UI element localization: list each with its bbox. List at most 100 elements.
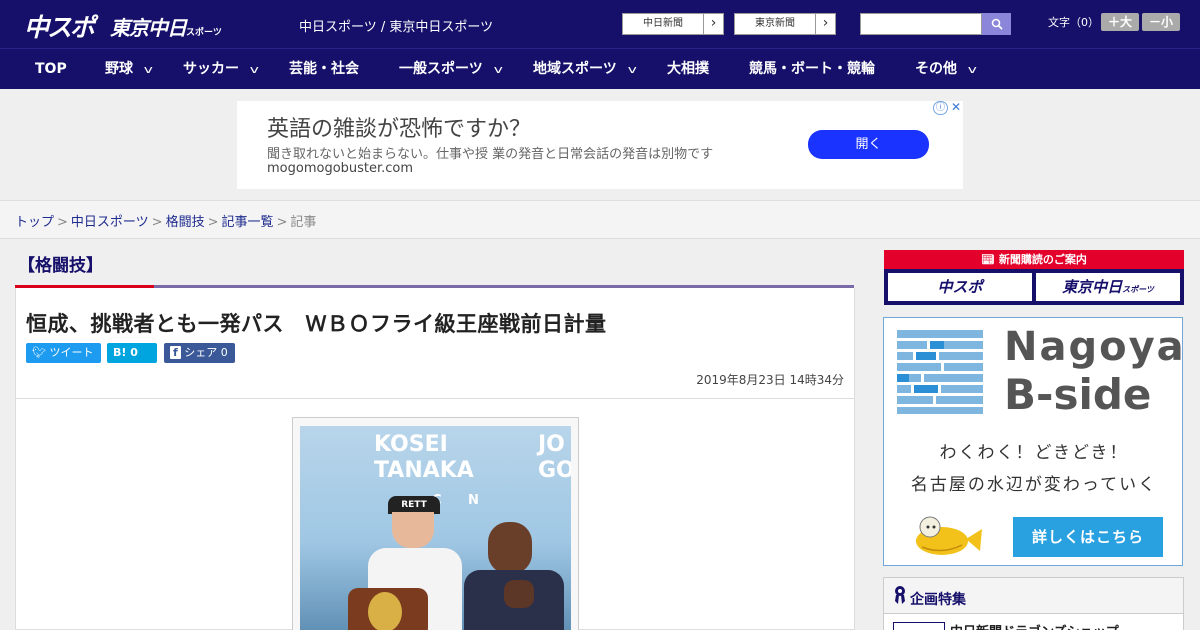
ribbon-icon — [895, 586, 905, 604]
breadcrumb-current: 記事 — [290, 215, 317, 230]
twitter-icon: 🐦︎ — [32, 346, 46, 359]
article-photo[interactable]: KOSEI TANAKA JO GO C N RETT — [300, 426, 571, 630]
boxer-right-figure — [450, 522, 570, 630]
publish-date: 2019年8月23日 14時34分 — [696, 373, 844, 387]
subscription-tokyo-button[interactable]: 東京中日スポーツ — [1036, 273, 1180, 301]
article-body: KOSEI TANAKA JO GO C N RETT — [15, 399, 855, 630]
nav-label: 芸能・社会 — [289, 61, 359, 77]
breadcrumb-separator: > — [151, 215, 163, 230]
text-size-down-button[interactable]: －小 — [1142, 13, 1180, 31]
breadcrumb-top[interactable]: トップ — [15, 215, 54, 230]
subscription-chuspo-button[interactable]: 中スポ — [888, 273, 1032, 301]
tokyo-logo-sub: スポーツ — [186, 28, 222, 38]
chevron-down-icon: v — [967, 63, 977, 76]
subscription-header: 📰︎ 新聞購読のご案内 — [884, 250, 1184, 269]
chevron-down-icon: v — [143, 63, 153, 76]
backdrop-text-tanaka: TANAKA — [374, 458, 474, 483]
bside-name-nagoya: Nagoya — [1004, 324, 1186, 370]
nav-label: 地域スポーツ — [533, 61, 617, 77]
bside-details-button[interactable]: 詳しくはこちら — [1013, 517, 1163, 557]
main-nav: TOP 野球 v サッカー v 芸能・社会 一般スポーツ v 地域スポーツ v 大相撲 … — [0, 48, 1200, 89]
chevron-down-icon: v — [627, 63, 637, 76]
chevron-right-icon: › — [815, 14, 835, 34]
chevron-down-icon: v — [493, 63, 503, 76]
bside-copy-line1: わくわく！どきどき！ — [939, 443, 1129, 463]
subscription-tokyo-label: 東京中日 — [1062, 278, 1123, 296]
ad-domain[interactable]: mogomogobuster.com — [267, 161, 413, 176]
feature-section-title: 企画特集 — [910, 592, 966, 608]
breadcrumb-article-list[interactable]: 記事一覧 — [222, 215, 274, 230]
nav-item-entertainment[interactable]: 芸能・社会 — [289, 49, 359, 89]
nav-label: TOP — [35, 61, 67, 77]
backdrop-text-right-2: GO — [538, 458, 571, 483]
subscription-banner[interactable]: 📰︎ 新聞購読のご案内 中スポ 東京中日スポーツ — [884, 250, 1184, 305]
nav-item-local-sports[interactable]: 地域スポーツ v — [533, 49, 637, 89]
search-icon — [991, 18, 1003, 30]
bside-copy-line2: 名古屋の水辺が変わっていく — [910, 475, 1158, 495]
feature-item-thumbnail[interactable] — [893, 622, 945, 630]
chunichi-shimbun-button[interactable]: 中日新聞 › — [622, 13, 724, 35]
nav-item-baseball[interactable]: 野球 v — [105, 49, 153, 89]
breadcrumb-chunichi-sports[interactable]: 中日スポーツ — [71, 215, 149, 230]
ad-description: 聞き取れないと始まらない。仕事や授 業の発音と日常会話の発音は別物です — [267, 147, 714, 162]
search-button[interactable] — [982, 13, 1011, 35]
breadcrumb-separator: > — [276, 215, 288, 230]
text-size-label: 文字（0） — [1048, 16, 1099, 29]
facebook-icon: f — [170, 346, 181, 359]
breadcrumb-separator: > — [207, 215, 219, 230]
nav-label: その他 — [915, 61, 957, 77]
breadcrumb-martial-arts[interactable]: 格闘技 — [166, 215, 205, 230]
ad-area: 英語の雑談が恐怖ですか？ 聞き取れないと始まらない。仕事や授 業の発音と日常会話… — [0, 89, 1200, 200]
nav-item-general-sports[interactable]: 一般スポーツ v — [399, 49, 503, 89]
nav-item-soccer[interactable]: サッカー v — [183, 49, 259, 89]
boxer-left-face — [392, 512, 434, 548]
facebook-share-button[interactable]: f シェア 0 — [164, 343, 235, 363]
backdrop-text-small-2: N — [468, 493, 479, 508]
search-input[interactable] — [860, 13, 982, 35]
article-photo-frame: KOSEI TANAKA JO GO C N RETT — [292, 417, 579, 630]
chevron-right-icon: › — [703, 14, 723, 34]
top-header: 中スポ 東京中日スポーツ 中日スポーツ / 東京中日スポーツ 中日新聞 › 東京… — [0, 0, 1200, 48]
article-header: 恒成、挑戦者とも一発パス ＷＢＯフライ級王座戦前日計量 🐦︎ ツイート B! 0… — [15, 288, 855, 399]
ad-close-icon[interactable]: ✕ — [949, 101, 963, 115]
breadcrumb: トップ > 中日スポーツ > 格闘技 > 記事一覧 > 記事 — [15, 211, 316, 230]
backdrop-text-kosei: KOSEI — [374, 432, 448, 457]
text-size-up-button[interactable]: ＋大 — [1101, 13, 1139, 31]
nav-label: 大相撲 — [667, 61, 709, 77]
nav-item-racing[interactable]: 競馬・ボート・競輪 — [749, 49, 875, 89]
boxer-left-figure: RETT — [338, 496, 462, 630]
bside-logo-icon — [897, 330, 983, 414]
ad-open-button[interactable]: 開く — [808, 130, 929, 159]
tweet-label: ツイート — [49, 346, 94, 359]
chevron-down-icon: v — [249, 63, 259, 76]
ad-banner[interactable]: 英語の雑談が恐怖ですか？ 聞き取れないと始まらない。仕事や授 業の発音と日常会話… — [237, 101, 963, 189]
feature-item-dragons-shop[interactable]: 中日新聞ドラゴンズショップ — [950, 621, 1119, 630]
feature-section-header: 企画特集 — [884, 578, 1183, 614]
ad-info-icon[interactable]: ⓘ — [933, 101, 948, 115]
article-title: 恒成、挑戦者とも一発パス ＷＢＯフライ級王座戦前日計量 — [26, 312, 607, 336]
tokyo-shimbun-label: 東京新聞 — [755, 18, 795, 29]
nav-item-top[interactable]: TOP — [35, 49, 67, 89]
nav-item-sumo[interactable]: 大相撲 — [667, 49, 709, 89]
nav-label: 一般スポーツ — [399, 61, 483, 77]
hatena-icon: B! — [113, 346, 127, 359]
breadcrumb-separator: > — [57, 215, 68, 230]
ebifurai-mascot-icon — [916, 516, 982, 555]
ad-title[interactable]: 英語の雑談が恐怖ですか？ — [267, 111, 531, 143]
tokyo-chunichi-logo[interactable]: 東京中日スポーツ — [110, 12, 222, 41]
hatena-bookmark-button[interactable]: B! 0 — [107, 343, 157, 363]
boxer-right-head — [488, 522, 532, 574]
tweet-button[interactable]: 🐦︎ ツイート — [26, 343, 101, 363]
facebook-count: 0 — [220, 346, 228, 359]
feature-section: 企画特集 中日新聞ドラゴンズショップ — [883, 577, 1184, 630]
chuspo-logo[interactable]: 中スポ — [24, 8, 95, 44]
site-link[interactable]: 中日スポーツ / 東京中日スポーツ — [299, 16, 493, 35]
nagoya-bside-banner[interactable]: Nagoya B-side わくわく！どきどき！ 名古屋の水辺が変わっていく 詳… — [883, 317, 1186, 566]
backdrop-text-right-1: JO — [538, 432, 565, 457]
chunichi-shimbun-label: 中日新聞 — [643, 18, 683, 29]
tokyo-shimbun-button[interactable]: 東京新聞 › — [734, 13, 836, 35]
nav-item-other[interactable]: その他 v — [915, 49, 977, 89]
boxer-right-fist — [504, 580, 534, 608]
hatena-count: 0 — [130, 346, 138, 359]
facebook-label: シェア — [184, 346, 218, 359]
